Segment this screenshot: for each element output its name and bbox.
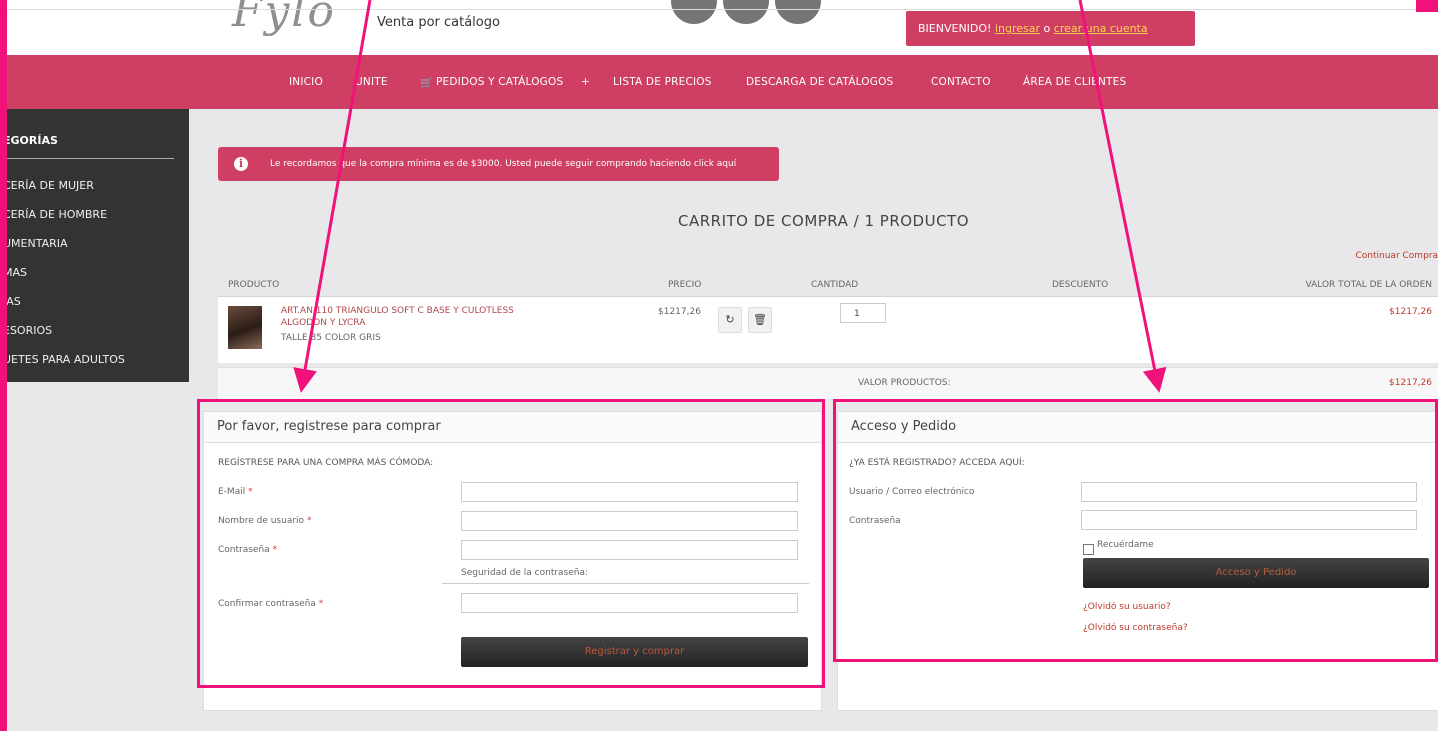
annotation-border-left: [0, 0, 7, 731]
annotation-arrow-left: [293, 0, 372, 393]
annotation-arrow-right: [1078, 0, 1167, 393]
annotation-border-right: [1416, 0, 1438, 12]
annotation-arrows: [293, 0, 1167, 393]
